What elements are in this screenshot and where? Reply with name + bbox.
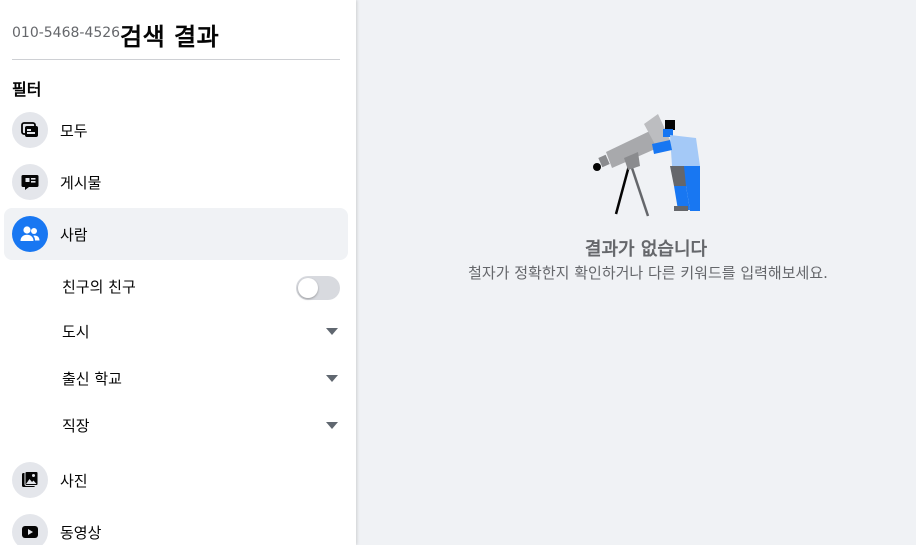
work-dropdown[interactable]: 직장 [62, 405, 342, 445]
no-results-subtitle: 철자가 정확한지 확인하거나 다른 키워드를 입력해보세요. [468, 264, 828, 282]
caret-down-icon [326, 328, 338, 335]
filter-item-all[interactable]: 모두 [4, 104, 348, 156]
filter-item-label: 모두 [60, 122, 88, 140]
filter-item-label: 게시물 [60, 174, 102, 192]
work-label: 직장 [62, 417, 90, 435]
all-results-icon [12, 112, 48, 148]
school-label: 출신 학교 [62, 370, 122, 388]
filter-item-label: 사람 [60, 226, 88, 244]
filter-item-photos[interactable]: 사진 [4, 454, 348, 506]
caret-down-icon [326, 375, 338, 382]
search-results-header: 010-5468-4526 검색 결과 [12, 14, 340, 60]
friends-of-friends-toggle[interactable] [296, 276, 340, 300]
photo-icon [12, 462, 48, 498]
page-title: 검색 결과 [120, 23, 220, 51]
empty-results: 결과가 없습니다 철자가 정확한지 확인하거나 다른 키워드를 입력해보세요. [356, 0, 916, 545]
post-bubble-icon [12, 164, 48, 200]
filter-heading: 필터 [12, 80, 42, 99]
city-dropdown[interactable]: 도시 [62, 311, 342, 351]
filter-sidebar: 010-5468-4526 검색 결과 필터 모두 게시물 사람 친구의 친구 … [0, 0, 356, 545]
filter-item-posts[interactable]: 게시물 [4, 156, 348, 208]
friends-of-friends-label: 친구의 친구 [62, 278, 136, 296]
video-play-icon [12, 514, 48, 545]
filter-item-people[interactable]: 사람 [4, 208, 348, 260]
caret-down-icon [326, 422, 338, 429]
filter-item-label: 동영상 [60, 524, 102, 542]
filter-item-label: 사진 [60, 472, 88, 490]
people-icon [12, 216, 48, 252]
school-dropdown[interactable]: 출신 학교 [62, 358, 342, 398]
toggle-knob [298, 278, 318, 298]
no-results-title: 결과가 없습니다 [584, 239, 708, 260]
search-query: 010-5468-4526 [12, 25, 121, 41]
telescope-illustration-icon [593, 114, 700, 217]
city-label: 도시 [62, 323, 90, 341]
filter-item-videos[interactable]: 동영상 [4, 506, 348, 545]
